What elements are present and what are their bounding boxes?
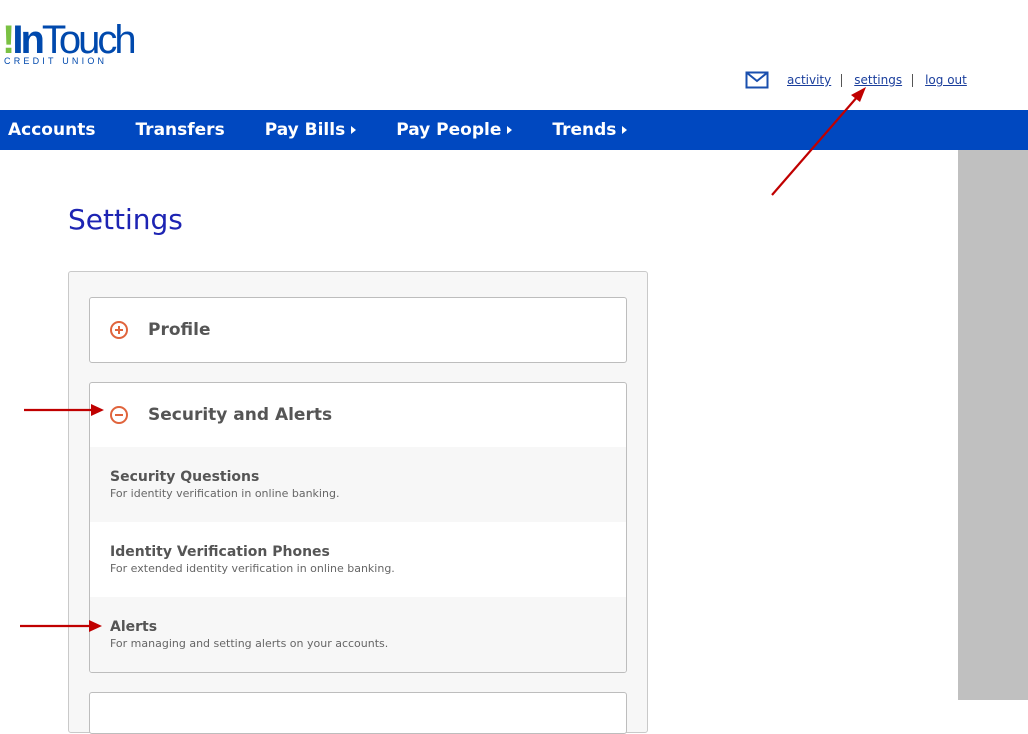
mail-icon[interactable] xyxy=(745,71,769,89)
section-title: Security and Alerts xyxy=(148,405,333,425)
caret-right-icon xyxy=(351,126,357,134)
nav-trends[interactable]: Trends xyxy=(552,120,628,140)
security-questions-item[interactable]: Security Questions For identity verifica… xyxy=(90,447,626,522)
item-title: Alerts xyxy=(110,619,158,635)
nav-accounts[interactable]: Accounts xyxy=(8,120,95,140)
logo-subtitle: CREDIT UNION xyxy=(4,56,108,66)
nav-label: Pay People xyxy=(396,120,502,140)
profile-section: Profile xyxy=(89,297,627,363)
item-title: Security Questions xyxy=(110,469,260,485)
item-description: For identity verification in online bank… xyxy=(110,487,340,500)
section-title: Profile xyxy=(148,320,211,340)
main-nav-bar: Accounts Transfers Pay Bills Pay People … xyxy=(0,110,1028,150)
collapse-minus-icon xyxy=(110,406,128,424)
security-alerts-section-header[interactable]: Security and Alerts xyxy=(90,383,626,447)
alerts-item[interactable]: Alerts For managing and setting alerts o… xyxy=(90,597,626,672)
nav-label: Trends xyxy=(552,120,617,140)
nav-label: Pay Bills xyxy=(264,120,346,140)
link-separator xyxy=(912,73,914,87)
item-description: For extended identity verification in on… xyxy=(110,562,395,575)
security-alerts-section: Security and Alerts Security Questions F… xyxy=(89,382,627,673)
link-separator xyxy=(841,73,843,87)
nav-pay-bills[interactable]: Pay Bills xyxy=(265,120,357,140)
profile-section-header[interactable]: Profile xyxy=(90,298,626,362)
nav-pay-people[interactable]: Pay People xyxy=(396,120,513,140)
intouch-logo[interactable]: !InTouch CREDIT UNION xyxy=(2,18,142,70)
identity-verification-phones-item[interactable]: Identity Verification Phones For extende… xyxy=(90,522,626,597)
expand-plus-icon xyxy=(110,321,128,339)
logout-link[interactable]: log out xyxy=(925,73,967,87)
nav-label: Transfers xyxy=(135,120,225,140)
top-utility-links: activity settings log out xyxy=(745,69,967,91)
nav-label: Accounts xyxy=(8,120,96,140)
right-side-panel xyxy=(958,150,1028,700)
item-title: Identity Verification Phones xyxy=(110,544,330,560)
item-description: For managing and setting alerts on your … xyxy=(110,637,389,650)
nav-transfers[interactable]: Transfers xyxy=(135,120,224,140)
caret-right-icon xyxy=(507,126,513,134)
activity-link[interactable]: activity xyxy=(787,73,831,87)
next-section xyxy=(89,692,627,734)
settings-link[interactable]: settings xyxy=(854,73,902,87)
caret-right-icon xyxy=(622,126,628,134)
page-title: Settings xyxy=(68,203,183,236)
